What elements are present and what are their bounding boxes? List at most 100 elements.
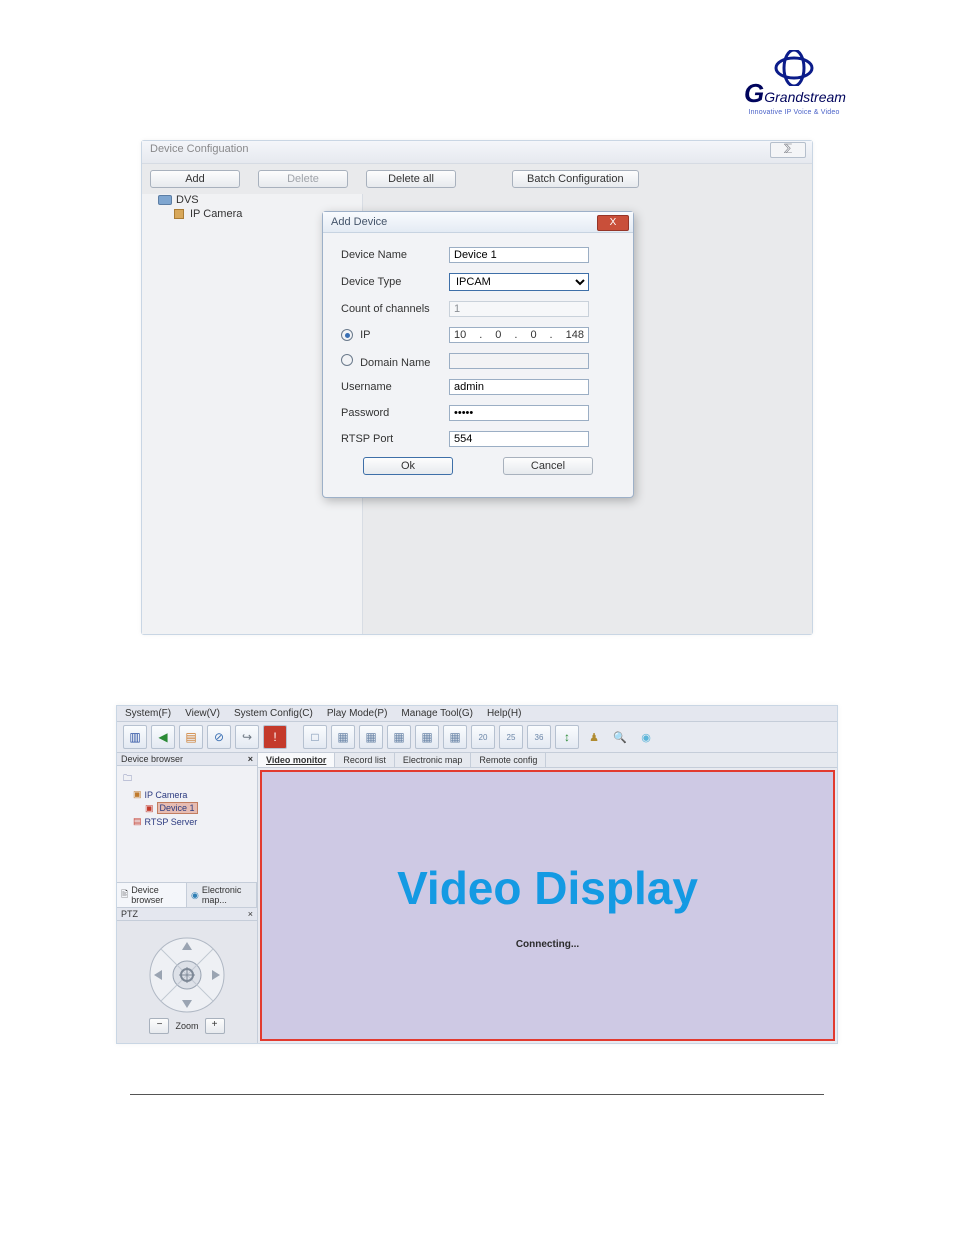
cancel-button[interactable]: Cancel bbox=[503, 457, 593, 475]
tree-node-device1[interactable]: ▣ Device 1 bbox=[145, 801, 251, 815]
device-tree: 🗀 ▣ IP Camera ▣ Device 1 ▤ RTSP Server bbox=[117, 766, 257, 882]
camera-icon bbox=[174, 209, 186, 219]
toolbar-icon[interactable]: ↕ bbox=[555, 725, 579, 749]
zoom-label: Zoom bbox=[175, 1021, 198, 1031]
layout-8-icon[interactable]: ▦ bbox=[387, 725, 411, 749]
video-display-area[interactable]: Video Display Connecting... bbox=[260, 770, 835, 1041]
dvs-icon bbox=[158, 195, 172, 205]
camera-icon: ▣ bbox=[133, 789, 142, 800]
tree-node-dvs[interactable]: DVS bbox=[152, 193, 362, 207]
layout-4-icon[interactable]: ▦ bbox=[331, 725, 355, 749]
label-device-type: Device Type bbox=[341, 276, 449, 288]
toolbar-icon[interactable]: ⊘ bbox=[207, 725, 231, 749]
tree-node-root[interactable]: 🗀 bbox=[123, 770, 251, 788]
rtsp-input[interactable] bbox=[449, 431, 589, 447]
layout-36-icon[interactable]: 36 bbox=[527, 725, 551, 749]
device-browser-header: Device browser × bbox=[117, 753, 257, 766]
zoom-icon[interactable]: 🔍 bbox=[609, 726, 631, 748]
ip-input[interactable]: 10. 0. 0. 148 bbox=[449, 327, 589, 343]
tree-node-rtsp[interactable]: ▤ RTSP Server bbox=[133, 815, 251, 828]
panel-close-button[interactable]: × bbox=[248, 754, 253, 764]
label-password: Password bbox=[341, 407, 449, 419]
tab-label: Device browser bbox=[131, 885, 182, 905]
toolbar-icon[interactable]: ♟ bbox=[583, 726, 605, 748]
ptz-control[interactable] bbox=[148, 936, 226, 1014]
toolbar-back-icon[interactable]: ◀ bbox=[151, 725, 175, 749]
tree-label: IP Camera bbox=[190, 208, 242, 220]
tab-remote-config[interactable]: Remote config bbox=[471, 753, 546, 767]
menu-help[interactable]: Help(H) bbox=[485, 707, 523, 720]
tree-icon: 🖹 bbox=[121, 887, 128, 903]
toolbar: ▥ ◀ ▤ ⊘ ↪ ! □ ▦ ▦ ▦ ▦ ▦ 20 25 36 ↕ ♟ 🔍 ◉ bbox=[117, 722, 837, 753]
add-button[interactable]: Add bbox=[150, 170, 240, 188]
video-placeholder-text: Video Display bbox=[397, 861, 698, 915]
tab-record-list[interactable]: Record list bbox=[335, 753, 395, 767]
batch-config-button[interactable]: Batch Configuration bbox=[512, 170, 639, 188]
panel-title: PTZ bbox=[121, 909, 138, 919]
brand-logo: GGrandstream Innovative IP Voice & Video bbox=[744, 50, 844, 116]
tree-label: RTSP Server bbox=[145, 817, 198, 827]
ok-button[interactable]: Ok bbox=[363, 457, 453, 475]
menu-play[interactable]: Play Mode(P) bbox=[325, 707, 390, 720]
toolbar-icon[interactable]: ▤ bbox=[179, 725, 203, 749]
panel-close-button[interactable]: × bbox=[248, 909, 253, 919]
delete-button[interactable]: Delete bbox=[258, 170, 348, 188]
tab-device-browser[interactable]: 🖹 Device browser bbox=[117, 883, 187, 907]
zoom-in-button[interactable]: + bbox=[205, 1018, 225, 1034]
ip-radio[interactable] bbox=[341, 329, 353, 341]
tree-label: IP Camera bbox=[145, 790, 188, 800]
device-name-input[interactable] bbox=[449, 247, 589, 263]
layout-9-icon[interactable]: ▦ bbox=[415, 725, 439, 749]
domain-input bbox=[449, 353, 589, 369]
brand-name: Grandstream bbox=[764, 89, 846, 105]
channels-select[interactable]: 1 bbox=[449, 301, 589, 317]
video-status-text: Connecting... bbox=[516, 939, 579, 950]
menu-system[interactable]: System(F) bbox=[123, 707, 173, 720]
footer-divider bbox=[130, 1094, 824, 1095]
ptz-header: PTZ × bbox=[117, 907, 257, 921]
layout-25-icon[interactable]: 25 bbox=[499, 725, 523, 749]
label-domain: Domain Name bbox=[360, 357, 430, 369]
delete-all-button[interactable]: Delete all bbox=[366, 170, 456, 188]
domain-radio[interactable] bbox=[341, 354, 353, 366]
zoom-out-button[interactable]: − bbox=[149, 1018, 169, 1034]
password-input[interactable] bbox=[449, 405, 589, 421]
tab-video-monitor[interactable]: Video monitor bbox=[258, 753, 335, 767]
tab-label: Electronic map... bbox=[202, 885, 252, 905]
brand-tagline: Innovative IP Voice & Video bbox=[744, 109, 844, 116]
label-rtsp: RTSP Port bbox=[341, 433, 449, 445]
label-username: Username bbox=[341, 381, 449, 393]
toolbar-alert-icon[interactable]: ! bbox=[263, 725, 287, 749]
dialog-title: Add Device bbox=[331, 216, 387, 228]
camera-icon: ▣ bbox=[145, 803, 154, 814]
server-icon: ▤ bbox=[133, 816, 142, 827]
toolbar-icon[interactable]: ▥ bbox=[123, 725, 147, 749]
device-config-window: Device Configuation ⅀ Add Delete Delete … bbox=[141, 140, 813, 635]
device-type-select[interactable]: IPCAM bbox=[449, 273, 589, 291]
folder-icon: 🗀 bbox=[123, 771, 132, 787]
layout-16-icon[interactable]: ▦ bbox=[443, 725, 467, 749]
label-device-name: Device Name bbox=[341, 249, 449, 261]
tab-electronic-map[interactable]: Electronic map bbox=[395, 753, 472, 767]
tree-label-selected: Device 1 bbox=[157, 802, 198, 814]
add-device-dialog: Add Device X Device Name Device Type IPC… bbox=[322, 211, 634, 498]
window-title: Device Configuation bbox=[150, 143, 248, 155]
menu-config[interactable]: System Config(C) bbox=[232, 707, 315, 720]
dialog-close-button[interactable]: X bbox=[597, 215, 629, 231]
layout-6-icon[interactable]: ▦ bbox=[359, 725, 383, 749]
menu-manage[interactable]: Manage Tool(G) bbox=[399, 707, 475, 720]
tab-electronic-map[interactable]: ◉ Electronic map... bbox=[187, 883, 257, 907]
label-channels: Count of channels bbox=[341, 303, 449, 315]
layout-20-icon[interactable]: 20 bbox=[471, 725, 495, 749]
main-app-window: System(F) View(V) System Config(C) Play … bbox=[116, 705, 838, 1044]
toolbar-icon[interactable]: ◉ bbox=[635, 726, 657, 748]
menu-view[interactable]: View(V) bbox=[183, 707, 222, 720]
globe-icon: ◉ bbox=[191, 890, 199, 901]
tree-node-ipcamera[interactable]: ▣ IP Camera bbox=[133, 788, 251, 801]
username-input[interactable] bbox=[449, 379, 589, 395]
toolbar-icon[interactable]: ↪ bbox=[235, 725, 259, 749]
layout-1-icon[interactable]: □ bbox=[303, 725, 327, 749]
tree-label: DVS bbox=[176, 194, 199, 206]
window-close-button[interactable]: ⅀ bbox=[770, 142, 806, 158]
toolbar: Add Delete Delete all Batch Configuratio… bbox=[142, 164, 812, 194]
